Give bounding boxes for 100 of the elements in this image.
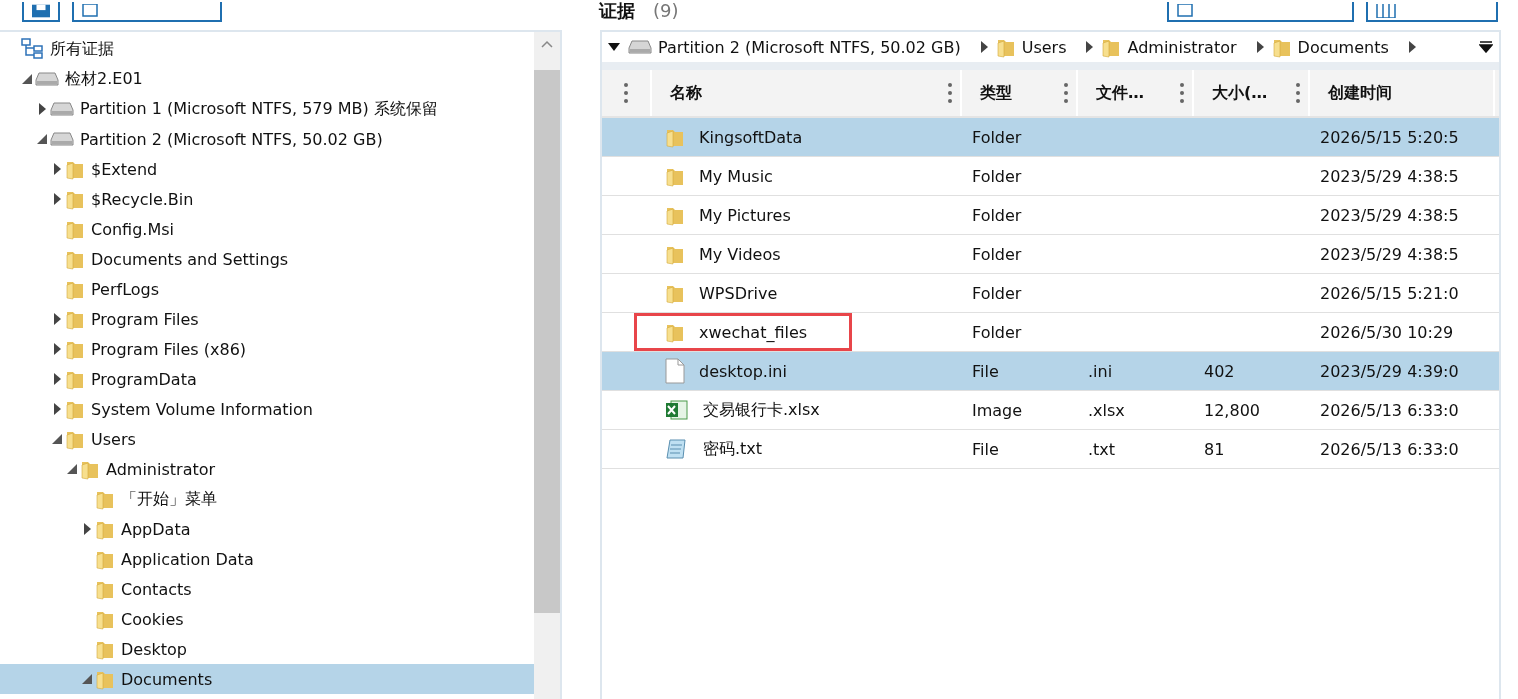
breadcrumb-item[interactable]: Documents	[1271, 36, 1416, 58]
save-button[interactable]	[22, 2, 60, 22]
name-cell: KingsoftData	[634, 118, 852, 156]
document-icon	[1177, 4, 1195, 18]
tree-item[interactable]: Program Files (x86)	[0, 334, 534, 364]
scrollbar-thumb[interactable]	[534, 70, 560, 613]
drive-icon	[50, 101, 74, 117]
tree-item[interactable]: Documents	[0, 664, 534, 694]
name-cell: 密码.txt	[634, 430, 852, 468]
name-cell: WPSDrive	[634, 274, 852, 312]
name-cell: My Music	[634, 157, 852, 195]
scroll-up-icon[interactable]	[541, 40, 553, 48]
tree-item[interactable]: 「开始」菜单	[0, 484, 534, 514]
overflow-menu-icon[interactable]	[1479, 41, 1493, 53]
tree-item[interactable]: Users	[0, 424, 534, 454]
table-cell-text: 81	[1203, 438, 1226, 461]
breadcrumb-item[interactable]: Partition 2 (Microsoft NTFS, 50.02 GB)	[628, 37, 988, 57]
view-button[interactable]	[1366, 2, 1498, 22]
column-header[interactable]: 创建时间	[1310, 70, 1495, 116]
collapse-arrow-icon[interactable]	[67, 464, 77, 474]
separator-arrow-icon[interactable]	[1086, 41, 1094, 53]
collapse-arrow-icon[interactable]	[37, 134, 47, 144]
columns-icon	[1376, 4, 1396, 18]
separator-arrow-icon[interactable]	[980, 41, 988, 53]
table-cell-text: 2026/5/13 6:33:0	[1319, 438, 1460, 461]
table-cell-text: Folder	[971, 243, 1023, 266]
table-cell-text: Folder	[971, 282, 1023, 305]
column-header[interactable]: 大小(…	[1194, 70, 1310, 116]
separator-arrow-icon[interactable]	[1408, 41, 1416, 53]
collapse-arrow-icon[interactable]	[22, 74, 32, 84]
separator-arrow-icon[interactable]	[1256, 41, 1264, 53]
table-cell-text: Folder	[971, 204, 1023, 227]
table-cell-text: .ini	[1087, 360, 1114, 383]
column-menu-icon[interactable]	[1180, 82, 1184, 104]
tree-item[interactable]: Administrator	[0, 454, 534, 484]
column-menu-icon[interactable]	[1064, 82, 1068, 104]
breadcrumb-item[interactable]: Administrator	[1101, 36, 1264, 58]
tree-item[interactable]: $Extend	[0, 154, 534, 184]
table-cell-text: 2026/5/13 6:33:0	[1319, 399, 1460, 422]
collapse-arrow-icon[interactable]	[52, 434, 62, 444]
tree-item[interactable]: Contacts	[0, 574, 534, 604]
expand-arrow-icon[interactable]	[53, 313, 61, 325]
expand-arrow-icon[interactable]	[38, 103, 46, 115]
notepad-icon	[665, 437, 689, 461]
table-cell-text: 2023/5/29 4:38:5	[1319, 165, 1460, 188]
tree-item[interactable]: PerfLogs	[0, 274, 534, 304]
expand-arrow-icon[interactable]	[83, 523, 91, 535]
expand-arrow-icon[interactable]	[53, 373, 61, 385]
spreadsheet-icon	[665, 398, 689, 422]
tree-item[interactable]: Cookies	[0, 604, 534, 634]
column-menu-icon[interactable]	[1296, 82, 1300, 104]
column-header[interactable]: 名称	[652, 70, 962, 116]
table-row[interactable]: desktop.ini File .ini 402 2023/5/29 4:39:0	[602, 352, 1499, 391]
tree-item[interactable]: 所有证据	[0, 34, 534, 64]
tree-item[interactable]: 检材2.E01	[0, 64, 534, 94]
table-cell-text: 2023/5/29 4:38:5	[1319, 204, 1460, 227]
table-cell-text: Folder	[971, 165, 1023, 188]
column-header[interactable]: 文件…	[1078, 70, 1194, 116]
expand-arrow-icon[interactable]	[53, 163, 61, 175]
table-row[interactable]: xwechat_files Folder 2026/5/30 10:29	[602, 313, 1499, 352]
expand-arrow-icon[interactable]	[53, 343, 61, 355]
tree-item[interactable]: ProgramData	[0, 364, 534, 394]
tree-item[interactable]: Desktop	[0, 634, 534, 664]
table-cell-text: 2026/5/30 10:29	[1319, 321, 1455, 344]
column-menu-icon[interactable]	[624, 82, 628, 104]
tree-item[interactable]: $Recycle.Bin	[0, 184, 534, 214]
dropdown-arrow-icon[interactable]	[608, 43, 620, 51]
name-cell: My Videos	[634, 235, 852, 273]
breadcrumb-item[interactable]: Users	[995, 36, 1094, 58]
tree-item[interactable]: Documents and Settings	[0, 244, 534, 274]
name-cell: 交易银行卡.xlsx	[634, 391, 852, 429]
table-cell-text: 2023/5/29 4:38:5	[1319, 243, 1460, 266]
table-cell-text: 12,800	[1203, 399, 1261, 422]
save-icon	[32, 4, 50, 18]
table-cell-text: 2023/5/29 4:39:0	[1319, 360, 1460, 383]
collapse-arrow-icon[interactable]	[82, 674, 92, 684]
toolbar-button[interactable]	[1167, 2, 1354, 22]
column-header[interactable]: 类型	[962, 70, 1078, 116]
tree-item[interactable]: Application Data	[0, 544, 534, 574]
drive-icon	[50, 131, 74, 147]
drive-icon	[35, 71, 59, 87]
table-cell-text: Folder	[971, 126, 1023, 149]
column-menu-icon[interactable]	[948, 82, 952, 104]
file-icon	[665, 358, 685, 384]
tree-item[interactable]: Partition 1 (Microsoft NTFS, 579 MB) 系统保留	[0, 94, 534, 124]
table-row[interactable]: KingsoftData Folder 2026/5/15 5:20:5	[602, 118, 1499, 157]
scrollbar[interactable]	[534, 32, 560, 699]
tree-item[interactable]: Config.Msi	[0, 214, 534, 244]
tree-item[interactable]: System Volume Information	[0, 394, 534, 424]
name-cell: My Pictures	[634, 196, 852, 234]
tree-item[interactable]: Partition 2 (Microsoft NTFS, 50.02 GB)	[0, 124, 534, 154]
expand-arrow-icon[interactable]	[53, 403, 61, 415]
toolbar-button[interactable]	[72, 2, 222, 22]
table-cell-text: Folder	[971, 321, 1023, 344]
table-cell-text: 2026/5/15 5:21:0	[1319, 282, 1460, 305]
table-cell-text: .txt	[1087, 438, 1117, 461]
page-title: 证据	[599, 0, 635, 22]
tree-item[interactable]: Program Files	[0, 304, 534, 334]
tree-item[interactable]: AppData	[0, 514, 534, 544]
expand-arrow-icon[interactable]	[53, 193, 61, 205]
